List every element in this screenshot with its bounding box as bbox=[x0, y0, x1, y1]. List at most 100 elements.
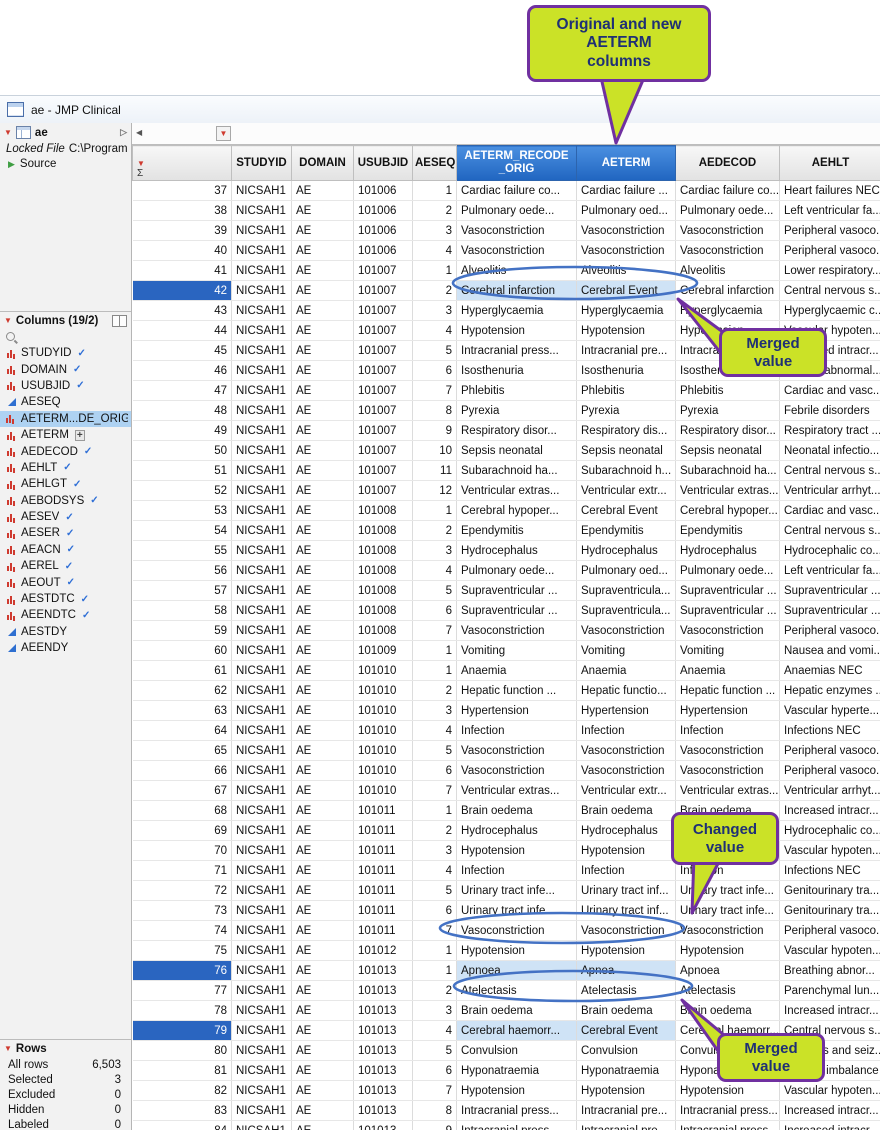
cell-aeseq[interactable]: 4 bbox=[413, 241, 457, 261]
cell-studyid[interactable]: NICSAH1 bbox=[232, 261, 292, 281]
cell-aeseq[interactable]: 6 bbox=[413, 601, 457, 621]
cell-studyid[interactable]: NICSAH1 bbox=[232, 621, 292, 641]
row-number-cell[interactable]: 41 bbox=[133, 261, 232, 281]
cell-aeterm[interactable]: Vomiting bbox=[577, 641, 676, 661]
cell-aedecod[interactable]: Subarachnoid ha... bbox=[676, 461, 780, 481]
cell-domain[interactable]: AE bbox=[292, 321, 354, 341]
row-number-cell[interactable]: 64 bbox=[133, 721, 232, 741]
cell-aedecod[interactable]: Vasoconstriction bbox=[676, 621, 780, 641]
cell-studyid[interactable]: NICSAH1 bbox=[232, 1061, 292, 1081]
cell-aeterm-recode-orig[interactable]: Pulmonary oede... bbox=[457, 201, 577, 221]
cell-aeterm[interactable]: Alveolitis bbox=[577, 261, 676, 281]
row-number-cell[interactable]: 60 bbox=[133, 641, 232, 661]
row-number-cell[interactable]: 70 bbox=[133, 841, 232, 861]
cell-aeterm-recode-orig[interactable]: Sepsis neonatal bbox=[457, 441, 577, 461]
cell-aehlt[interactable]: Anaemias NEC bbox=[780, 661, 880, 681]
cell-studyid[interactable]: NICSAH1 bbox=[232, 901, 292, 921]
cell-aeterm[interactable]: Ventricular extr... bbox=[577, 481, 676, 501]
cell-aehlt[interactable]: Hydrocephalic co... bbox=[780, 541, 880, 561]
cell-aeseq[interactable]: 5 bbox=[413, 581, 457, 601]
cell-aeterm[interactable]: Atelectasis bbox=[577, 981, 676, 1001]
cell-aehlt[interactable]: Ventricular arrhyt... bbox=[780, 781, 880, 801]
column-header-aeseq[interactable]: AESEQ bbox=[413, 146, 457, 181]
row-number-cell[interactable]: 72 bbox=[133, 881, 232, 901]
cell-aeterm-recode-orig[interactable]: Cerebral hypoper... bbox=[457, 501, 577, 521]
cell-aedecod[interactable]: Hypertension bbox=[676, 701, 780, 721]
cell-aeseq[interactable]: 5 bbox=[413, 741, 457, 761]
cell-domain[interactable]: AE bbox=[292, 541, 354, 561]
column-list-item[interactable]: AEDECOD✓ bbox=[0, 443, 131, 459]
cell-aehlt[interactable]: Parenchymal lun... bbox=[780, 981, 880, 1001]
cell-usubjid[interactable]: 101013 bbox=[354, 961, 413, 981]
row-number-cell[interactable]: 43 bbox=[133, 301, 232, 321]
row-number-cell[interactable]: 42 bbox=[133, 281, 232, 301]
cell-domain[interactable]: AE bbox=[292, 181, 354, 201]
cell-studyid[interactable]: NICSAH1 bbox=[232, 641, 292, 661]
cell-aeterm-recode-orig[interactable]: Cardiac failure co... bbox=[457, 181, 577, 201]
cell-aeseq[interactable]: 3 bbox=[413, 301, 457, 321]
cell-usubjid[interactable]: 101008 bbox=[354, 521, 413, 541]
cell-aedecod[interactable]: Respiratory disor... bbox=[676, 421, 780, 441]
collapse-panel-icon[interactable]: ◀ bbox=[136, 128, 142, 137]
cell-aeterm[interactable]: Vasoconstriction bbox=[577, 921, 676, 941]
row-number-cell[interactable]: 38 bbox=[133, 201, 232, 221]
cell-domain[interactable]: AE bbox=[292, 921, 354, 941]
cell-aedecod[interactable]: Hydrocephalus bbox=[676, 541, 780, 561]
cell-usubjid[interactable]: 101010 bbox=[354, 721, 413, 741]
cell-aedecod[interactable]: Vasoconstriction bbox=[676, 921, 780, 941]
cell-aeterm-recode-orig[interactable]: Vasoconstriction bbox=[457, 221, 577, 241]
cell-aeseq[interactable]: 11 bbox=[413, 461, 457, 481]
cell-aeterm[interactable]: Brain oedema bbox=[577, 801, 676, 821]
cell-aehlt[interactable]: Genitourinary tra... bbox=[780, 881, 880, 901]
cell-domain[interactable]: AE bbox=[292, 801, 354, 821]
cell-aeterm[interactable]: Brain oedema bbox=[577, 1001, 676, 1021]
cell-aeseq[interactable]: 1 bbox=[413, 261, 457, 281]
cell-aedecod[interactable]: Alveolitis bbox=[676, 261, 780, 281]
cell-aeterm-recode-orig[interactable]: Apnoea bbox=[457, 961, 577, 981]
cell-usubjid[interactable]: 101011 bbox=[354, 861, 413, 881]
cell-domain[interactable]: AE bbox=[292, 721, 354, 741]
cell-aeterm[interactable]: Vasoconstriction bbox=[577, 761, 676, 781]
table-row[interactable]: 84NICSAH1AE1010139Intracranial press...I… bbox=[133, 1121, 880, 1130]
cell-aedecod[interactable]: Vasoconstriction bbox=[676, 761, 780, 781]
cell-aehlt[interactable]: Peripheral vasoco... bbox=[780, 241, 880, 261]
cell-studyid[interactable]: NICSAH1 bbox=[232, 321, 292, 341]
cell-usubjid[interactable]: 101010 bbox=[354, 681, 413, 701]
cell-aehlt[interactable]: Lower respiratory... bbox=[780, 261, 880, 281]
cell-aedecod[interactable]: Hypotension bbox=[676, 1081, 780, 1101]
cell-aeterm[interactable]: Vasoconstriction bbox=[577, 241, 676, 261]
cell-aehlt[interactable]: Peripheral vasoco... bbox=[780, 221, 880, 241]
row-number-cell[interactable]: 37 bbox=[133, 181, 232, 201]
row-number-cell[interactable]: 84 bbox=[133, 1121, 232, 1130]
cell-aeterm-recode-orig[interactable]: Hypotension bbox=[457, 1081, 577, 1101]
cell-aeterm-recode-orig[interactable]: Cerebral infarction bbox=[457, 281, 577, 301]
cell-studyid[interactable]: NICSAH1 bbox=[232, 461, 292, 481]
cell-studyid[interactable]: NICSAH1 bbox=[232, 781, 292, 801]
cell-aeseq[interactable]: 3 bbox=[413, 1001, 457, 1021]
table-row[interactable]: 40NICSAH1AE1010064VasoconstrictionVasoco… bbox=[133, 241, 880, 261]
row-number-cell[interactable]: 61 bbox=[133, 661, 232, 681]
row-number-cell[interactable]: 54 bbox=[133, 521, 232, 541]
cell-aehlt[interactable]: Supraventricular ... bbox=[780, 601, 880, 621]
cell-aedecod[interactable]: Brain oedema bbox=[676, 1001, 780, 1021]
cell-usubjid[interactable]: 101010 bbox=[354, 701, 413, 721]
cell-domain[interactable]: AE bbox=[292, 961, 354, 981]
source-row[interactable]: ▶ Source bbox=[0, 155, 131, 170]
row-number-cell[interactable]: 48 bbox=[133, 401, 232, 421]
cell-domain[interactable]: AE bbox=[292, 621, 354, 641]
cell-studyid[interactable]: NICSAH1 bbox=[232, 341, 292, 361]
cell-aeterm[interactable]: Hypotension bbox=[577, 321, 676, 341]
cell-aeseq[interactable]: 1 bbox=[413, 181, 457, 201]
cell-aeterm[interactable]: Hydrocephalus bbox=[577, 821, 676, 841]
cell-aeterm-recode-orig[interactable]: Vasoconstriction bbox=[457, 921, 577, 941]
table-row[interactable]: 74NICSAH1AE1010117VasoconstrictionVasoco… bbox=[133, 921, 880, 941]
cell-aeterm[interactable]: Respiratory dis... bbox=[577, 421, 676, 441]
cell-aeterm[interactable]: Phlebitis bbox=[577, 381, 676, 401]
cell-aeterm[interactable]: Hypotension bbox=[577, 1081, 676, 1101]
table-row[interactable]: 43NICSAH1AE1010073HyperglycaemiaHypergly… bbox=[133, 301, 880, 321]
cell-aeseq[interactable]: 7 bbox=[413, 1081, 457, 1101]
cell-aeseq[interactable]: 3 bbox=[413, 841, 457, 861]
cell-aeterm[interactable]: Supraventricula... bbox=[577, 581, 676, 601]
table-row[interactable]: 54NICSAH1AE1010082EpendymitisEpendymitis… bbox=[133, 521, 880, 541]
cell-aeterm-recode-orig[interactable]: Brain oedema bbox=[457, 801, 577, 821]
